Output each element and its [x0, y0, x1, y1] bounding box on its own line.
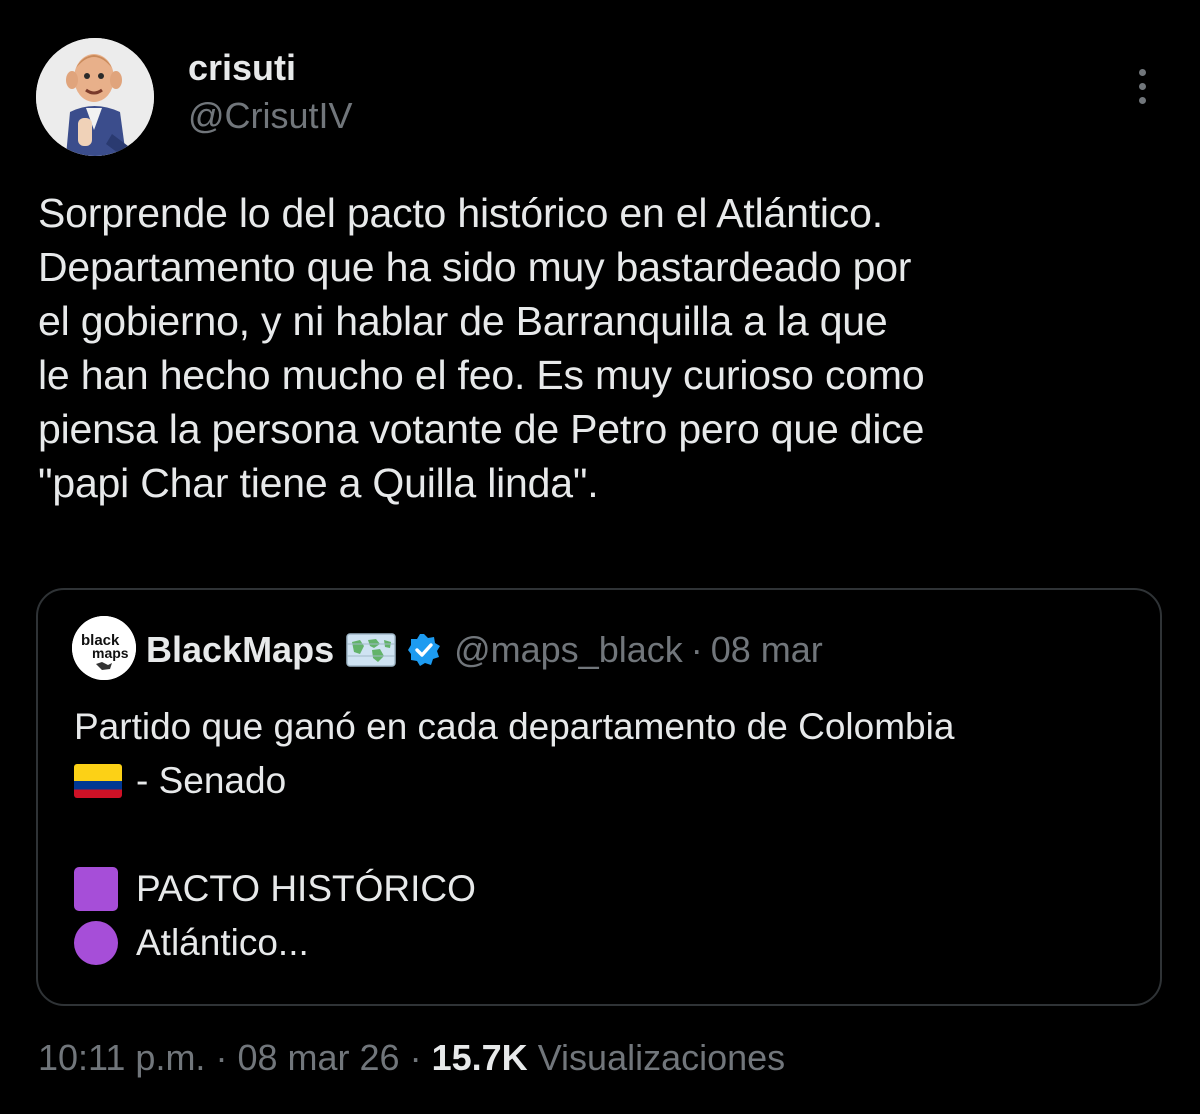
- tweet-time[interactable]: 10:11 p.m.: [38, 1037, 205, 1078]
- quoted-text-line: Atlántico...: [74, 916, 1144, 970]
- more-vertical-icon-dot: [1138, 68, 1146, 76]
- author-handle[interactable]: @CrisutIV: [188, 96, 353, 136]
- quoted-text-line: Partido que ganó en cada departamento de…: [74, 706, 955, 747]
- quoted-handle[interactable]: @maps_black: [454, 629, 683, 671]
- tweet-date[interactable]: 08 mar 26: [237, 1037, 399, 1078]
- separator-dot: ·: [409, 1037, 422, 1078]
- quoted-text-senado: - Senado: [136, 760, 287, 801]
- more-options-button[interactable]: [1122, 62, 1162, 110]
- blackmaps-logo-icon: black maps: [72, 616, 136, 680]
- quoted-text-line: PACTO HISTÓRICO: [74, 862, 1144, 916]
- tweet-text: Sorprende lo del pacto histórico en el A…: [38, 190, 925, 506]
- quoted-text-spacer: [74, 808, 1144, 862]
- views-count[interactable]: 15.7K: [432, 1037, 528, 1078]
- tweet-metadata: 10:11 p.m. · 08 mar 26 · 15.7K Visualiza…: [38, 1036, 785, 1080]
- author-display-name[interactable]: crisuti: [188, 48, 296, 88]
- quoted-text: Partido que ganó en cada departamento de…: [74, 700, 1144, 970]
- purple-circle-icon: [74, 921, 118, 965]
- quoted-text-pacto: PACTO HISTÓRICO: [136, 868, 476, 909]
- author-avatar[interactable]: [36, 38, 154, 156]
- quoted-header: BlackMaps @maps_black · 08 mar: [146, 628, 823, 672]
- quoted-tweet-card[interactable]: black maps BlackMaps @maps_black · 08 ma…: [36, 588, 1162, 1006]
- verified-badge-icon: [408, 634, 441, 666]
- tweet-container: crisuti @CrisutIV Sorprende lo del pacto…: [0, 0, 1200, 1114]
- separator-dot: ·: [690, 629, 703, 670]
- logo-text-maps: maps: [92, 645, 129, 661]
- views-label: Visualizaciones: [537, 1037, 786, 1078]
- quoted-display-name[interactable]: BlackMaps: [146, 629, 334, 671]
- more-vertical-icon-dot: [1138, 96, 1146, 104]
- quoted-text-line: - Senado: [74, 754, 1144, 808]
- quoted-text-atlantico: Atlántico...: [136, 922, 309, 963]
- more-vertical-icon-dot: [1138, 82, 1146, 90]
- world-map-icon: [346, 633, 396, 667]
- cartoon-portrait-avatar-icon: [36, 38, 154, 156]
- quoted-author-avatar[interactable]: black maps: [72, 616, 136, 680]
- quoted-date[interactable]: 08 mar: [711, 629, 823, 671]
- separator-dot: ·: [215, 1037, 228, 1078]
- colombia-flag-icon: [74, 764, 122, 798]
- purple-square-icon: [74, 867, 118, 911]
